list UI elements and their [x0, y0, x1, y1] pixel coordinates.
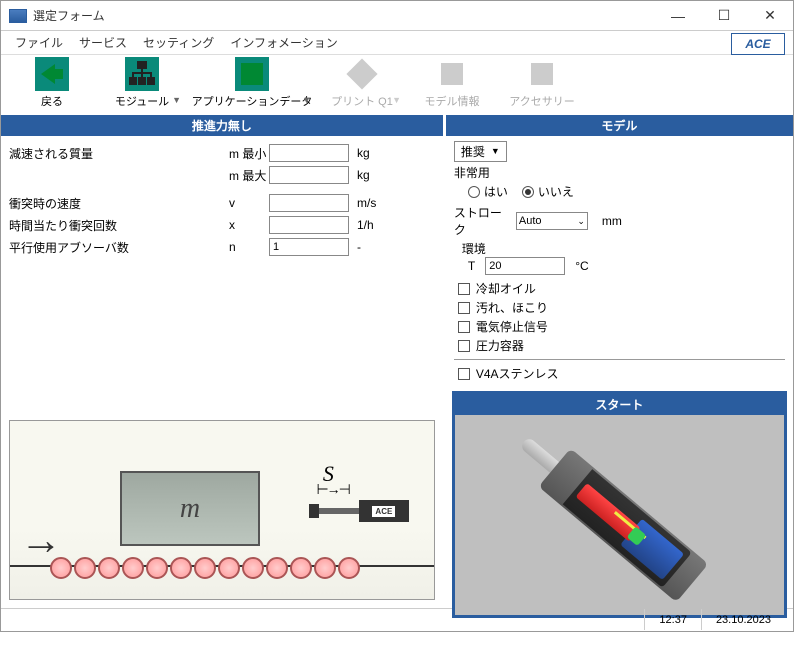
print-button: プリント Q1 ▼	[317, 57, 407, 113]
cycles-label: 時間当たり衝突回数	[9, 217, 229, 234]
checkbox-icon	[458, 368, 470, 380]
t-sym: T	[468, 259, 475, 273]
menu-service[interactable]: サービス	[71, 31, 135, 54]
application-diagram: → m S ⊢→⊣ ACE	[9, 420, 435, 600]
start-panel[interactable]: スタート	[452, 391, 787, 618]
menu-info[interactable]: インフォメーション	[222, 31, 345, 54]
mass-min-sym: m 最小	[229, 145, 269, 162]
check-v4a[interactable]: V4Aステンレス	[454, 364, 785, 383]
velocity-sym: v	[229, 196, 269, 210]
app-icon	[9, 9, 27, 23]
module-icon	[125, 57, 159, 91]
back-label: 戻る	[41, 93, 63, 109]
radio-icon	[522, 186, 534, 198]
cycles-sym: x	[229, 218, 269, 232]
appdata-icon	[235, 57, 269, 91]
velocity-input[interactable]	[269, 194, 349, 212]
maximize-button[interactable]: ☐	[701, 1, 747, 31]
t-unit: °C	[575, 259, 588, 273]
mass-max-input[interactable]	[269, 166, 349, 184]
cycles-unit: 1/h	[349, 218, 389, 232]
check-estop[interactable]: 電気停止信号	[454, 317, 785, 336]
dropdown-icon: ▼	[302, 95, 311, 105]
radio-icon	[468, 186, 480, 198]
content: 推進力無し 減速される質量 m 最小 kg m 最大 kg 衝突時の速度 v m…	[1, 115, 793, 608]
check-pressure[interactable]: 圧力容器	[454, 336, 785, 355]
dropdown-icon: ⌄	[577, 216, 585, 227]
check-coolant[interactable]: 冷却オイル	[454, 279, 785, 298]
mass-label: 減速される質量	[9, 145, 229, 162]
right-panel: モデル 推奨 ▼ 非常用 はい いいえ ストローク	[446, 115, 793, 608]
toolbar: 戻る モジュール ▼ アプリケーションデータ ▼ プリント Q1 ▼ モデル情報…	[1, 55, 793, 115]
mass-min-input[interactable]	[269, 144, 349, 162]
stroke-select[interactable]: Auto ⌄	[516, 212, 588, 230]
env-label: 環境	[454, 240, 785, 257]
parallel-label: 平行使用アブソーバ数	[9, 239, 229, 256]
window-title: 選定フォーム	[33, 7, 655, 24]
modelinfo-icon	[435, 57, 469, 91]
menubar: ファイル サービス セッティング インフォメーション ACE	[1, 31, 793, 55]
model-form: 推奨 ▼ 非常用 はい いいえ ストローク Auto ⌄	[446, 136, 793, 387]
mass-block: m	[120, 471, 260, 546]
diagram-area: → m S ⊢→⊣ ACE	[1, 264, 443, 608]
velocity-label: 衝突時の速度	[9, 195, 229, 212]
module-label: モジュール	[115, 93, 169, 109]
stroke-label: ストローク	[454, 204, 512, 238]
mass-unit2: kg	[349, 168, 389, 182]
print-icon	[345, 57, 379, 91]
titlebar: 選定フォーム — ☐ ✕	[1, 1, 793, 31]
temperature-input[interactable]	[485, 257, 565, 275]
status-date: 23.10.2023	[701, 609, 785, 630]
emergency-no[interactable]: いいえ	[522, 183, 574, 200]
close-button[interactable]: ✕	[747, 1, 793, 31]
minimize-button[interactable]: —	[655, 1, 701, 31]
modelinfo-button: モデル情報	[407, 57, 497, 113]
input-form: 減速される質量 m 最小 kg m 最大 kg 衝突時の速度 v m/s 時間当…	[1, 136, 443, 264]
dropdown-icon: ▼	[172, 95, 181, 105]
ace-logo: ACE	[731, 33, 785, 55]
back-icon	[35, 57, 69, 91]
emergency-yes[interactable]: はい	[468, 183, 508, 200]
absorber-3d-image	[455, 415, 784, 615]
back-button[interactable]: 戻る	[7, 57, 97, 113]
cycles-input[interactable]	[269, 216, 349, 234]
model-header: モデル	[446, 115, 793, 136]
accessory-label: アクセサリー	[509, 93, 574, 109]
statusbar: 12:37 23.10.2023	[1, 608, 793, 630]
menu-settings[interactable]: セッティング	[135, 31, 222, 54]
left-panel: 推進力無し 減速される質量 m 最小 kg m 最大 kg 衝突時の速度 v m…	[1, 115, 443, 608]
dropdown-icon: ▼	[392, 95, 401, 105]
mass-max-sym: m 最大	[229, 167, 269, 184]
mass-unit: kg	[349, 146, 389, 160]
parallel-unit: -	[349, 240, 389, 254]
stroke-unit: mm	[592, 214, 622, 228]
parallel-sym: n	[229, 240, 269, 254]
left-header: 推進力無し	[1, 115, 443, 136]
rollers-icon	[50, 557, 360, 579]
velocity-unit: m/s	[349, 196, 389, 210]
checkbox-icon	[458, 283, 470, 295]
menu-file[interactable]: ファイル	[7, 31, 71, 54]
logo-text: ACE	[745, 38, 770, 50]
emergency-label: 非常用	[454, 164, 785, 181]
modelinfo-label: モデル情報	[425, 93, 480, 109]
check-dust[interactable]: 汚れ、ほこり	[454, 298, 785, 317]
appdata-label: アプリケーションデータ	[192, 93, 313, 109]
recommend-dropdown[interactable]: 推奨 ▼	[454, 141, 507, 162]
checkbox-icon	[458, 321, 470, 333]
dropdown-icon: ▼	[491, 146, 500, 156]
checkbox-icon	[458, 340, 470, 352]
absorber-icon: ACE	[309, 496, 424, 526]
accessory-button: アクセサリー	[497, 57, 587, 113]
checkbox-icon	[458, 302, 470, 314]
parallel-input[interactable]	[269, 238, 349, 256]
accessory-icon	[525, 57, 559, 91]
module-button[interactable]: モジュール ▼	[97, 57, 187, 113]
recommend-label: 推奨	[461, 143, 485, 160]
print-label: プリント Q1	[331, 93, 393, 109]
appdata-button[interactable]: アプリケーションデータ ▼	[187, 57, 317, 113]
